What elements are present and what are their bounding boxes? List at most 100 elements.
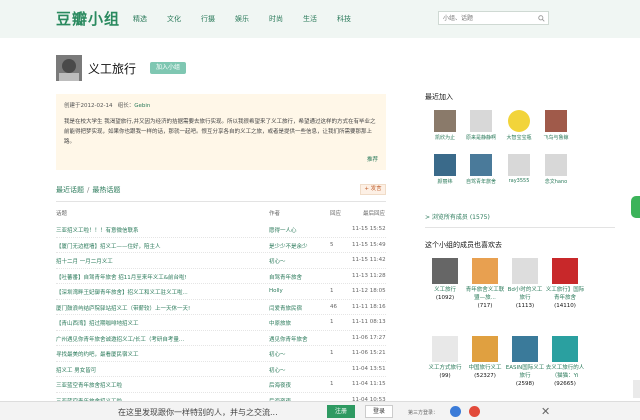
- group-avatar[interactable]: [552, 258, 578, 284]
- author-link[interactable]: Holly: [269, 288, 327, 294]
- member-item[interactable]: 飞鸟与鲁鲸: [541, 110, 571, 141]
- group-member-count: (2598): [515, 381, 535, 387]
- signup-message: 在这里发现跟你一样特别的人，并与之交流...: [118, 408, 278, 417]
- join-group-button[interactable]: 加入小组: [150, 62, 186, 74]
- author-link[interactable]: 初心～: [269, 257, 327, 265]
- author-link[interactable]: 是少少不是余少: [269, 242, 327, 250]
- related-group-item[interactable]: 中国旅行义工 (52327): [465, 336, 505, 380]
- author-link[interactable]: 遇见你青年旅舍: [269, 335, 327, 343]
- related-group-item[interactable]: Bd小时的义工旅行 (1113): [505, 258, 545, 310]
- member-name[interactable]: 原来是静静啊: [466, 134, 496, 141]
- member-name[interactable]: 念文hano: [541, 178, 571, 185]
- topic-link[interactable]: 三亚招义工啦！！！有意微信联系: [56, 226, 261, 234]
- weibo-login-icon[interactable]: [469, 406, 480, 417]
- topic-link[interactable]: 三亚蓝空青年旅舍招义工啦: [56, 381, 261, 389]
- topic-link[interactable]: 【深圳湾畔王妃御青年旅舍】招义工和义工驻义工啦...: [56, 288, 261, 296]
- member-item[interactable]: 念文hano: [541, 154, 571, 185]
- avatar[interactable]: [434, 154, 456, 176]
- related-group-item[interactable]: 义工旅行 (1092): [425, 258, 465, 302]
- member-name[interactable]: 颜丽纬: [430, 178, 460, 185]
- search-input[interactable]: [439, 12, 535, 24]
- recent-members-title: 最近加入: [425, 93, 453, 101]
- group-avatar[interactable]: [432, 258, 458, 284]
- member-item[interactable]: 凯欣为止: [430, 110, 460, 141]
- related-group-item[interactable]: 义工方式旅行 (99): [425, 336, 465, 380]
- close-icon[interactable]: ✕: [541, 405, 550, 418]
- group-avatar[interactable]: [472, 258, 498, 284]
- site-logo[interactable]: 豆瓣小组: [56, 8, 120, 29]
- post-topic-button[interactable]: + 发言: [360, 184, 386, 195]
- member-item[interactable]: 颜丽纬: [430, 154, 460, 185]
- search-icon[interactable]: [538, 15, 545, 22]
- topic-link[interactable]: 招十二月 一月二月义工: [56, 257, 261, 265]
- tab-separator: /: [87, 186, 90, 194]
- group-name[interactable]: 义工旅行: [425, 286, 465, 294]
- author-link[interactable]: 闫爱青旅民宿: [269, 304, 327, 312]
- browse-all-members-link[interactable]: > 浏览所有成员 (1575): [425, 212, 490, 221]
- register-button[interactable]: 注册: [327, 405, 355, 418]
- group-avatar[interactable]: [432, 336, 458, 362]
- topic-link[interactable]: 寻找最美的约吧，最看厦民宿义工: [56, 350, 261, 358]
- member-item[interactable]: ray3555: [504, 154, 534, 184]
- member-item[interactable]: 自驾青年旅舍: [466, 154, 496, 185]
- nav-item-tech[interactable]: 科技: [337, 14, 351, 24]
- author-link[interactable]: 自驾青年旅舍: [269, 273, 327, 281]
- table-row: 【青山西湾】招过期咖啡地招义工 中原旅旅 1 11-11 08:13: [56, 315, 386, 331]
- member-item[interactable]: 原来是静静啊: [466, 110, 496, 141]
- group-name[interactable]: 义工方式旅行: [425, 364, 465, 372]
- scrollbar[interactable]: [633, 380, 640, 398]
- group-name[interactable]: 中国旅行义工: [465, 364, 505, 372]
- author-link[interactable]: 愿得一人心: [269, 226, 327, 234]
- nav-item-featured[interactable]: 精选: [133, 14, 147, 24]
- floating-side-tab[interactable]: [631, 196, 640, 218]
- search-box: [438, 11, 549, 25]
- member-item[interactable]: 大智宝宝瓶: [504, 110, 534, 141]
- nav-item-travel[interactable]: 行摄: [201, 14, 215, 24]
- avatar[interactable]: [470, 154, 492, 176]
- group-name[interactable]: Bd小时的义工旅行: [505, 286, 545, 302]
- group-name[interactable]: 去义工旅行的人（猫猫：Yi: [545, 364, 585, 380]
- recommend-link[interactable]: 推荐: [367, 155, 378, 163]
- avatar[interactable]: [508, 154, 530, 176]
- topic-link[interactable]: 【厦门无边框墙】招义工——住好，陪主人: [56, 242, 261, 250]
- avatar[interactable]: [434, 110, 456, 132]
- related-group-item[interactable]: EASIN国际义工旅行 (2598): [505, 336, 545, 388]
- group-avatar[interactable]: [552, 336, 578, 362]
- nav-item-fashion[interactable]: 时尚: [269, 14, 283, 24]
- author-link[interactable]: 初心～: [269, 366, 327, 374]
- nav-item-entertainment[interactable]: 娱乐: [235, 14, 249, 24]
- owner-link[interactable]: Gebin: [134, 103, 150, 109]
- member-name[interactable]: 飞鸟与鲁鲸: [541, 134, 571, 141]
- group-name[interactable]: 青年旅舍义工联盟—旅...: [465, 286, 505, 302]
- group-avatar[interactable]: [472, 336, 498, 362]
- author-link[interactable]: 初心～: [269, 350, 327, 358]
- author-link[interactable]: 中原旅旅: [269, 319, 327, 327]
- topic-link[interactable]: 厦门鼓浪屿结庐院驿站招义工（带薪较）上一天休一天!: [56, 304, 261, 312]
- group-avatar[interactable]: [512, 258, 538, 284]
- related-group-item[interactable]: 青年旅舍义工联盟—旅... (717): [465, 258, 505, 310]
- group-name[interactable]: 义工旅行】国际青年旅舍: [545, 286, 585, 302]
- related-group-item[interactable]: 去义工旅行的人（猫猫：Yi (92665): [545, 336, 585, 388]
- group-avatar[interactable]: [512, 336, 538, 362]
- topic-link[interactable]: 【青山西湾】招过期咖啡地招义工: [56, 319, 261, 327]
- avatar[interactable]: [470, 110, 492, 132]
- tab-hot-topics[interactable]: 最热话题: [92, 186, 120, 194]
- tab-latest-topics[interactable]: 最近话题: [56, 186, 84, 194]
- qq-login-icon[interactable]: [450, 406, 461, 417]
- member-name[interactable]: 大智宝宝瓶: [504, 134, 534, 141]
- topic-link[interactable]: 广州遇见你青年旅舍诚邀招义工/长工（考研自考量...: [56, 335, 261, 343]
- member-name[interactable]: 凯欣为止: [430, 134, 460, 141]
- login-button[interactable]: 登录: [365, 405, 393, 418]
- nav-item-culture[interactable]: 文化: [167, 14, 181, 24]
- member-name[interactable]: 自驾青年旅舍: [466, 178, 496, 185]
- topic-link[interactable]: 【吐蕃番】自驾青年旅舍 招11月至来年义工&前台啦!: [56, 273, 261, 281]
- related-group-item[interactable]: 义工旅行】国际青年旅舍 (14110): [545, 258, 585, 310]
- smiley-avatar[interactable]: [508, 110, 530, 132]
- author-link[interactable]: 后海夜夜: [269, 381, 327, 389]
- avatar[interactable]: [545, 110, 567, 132]
- avatar[interactable]: [545, 154, 567, 176]
- nav-item-life[interactable]: 生活: [303, 14, 317, 24]
- group-name[interactable]: EASIN国际义工旅行: [505, 364, 545, 380]
- member-name[interactable]: ray3555: [504, 178, 534, 184]
- topic-link[interactable]: 招义工 男女皆可: [56, 366, 261, 374]
